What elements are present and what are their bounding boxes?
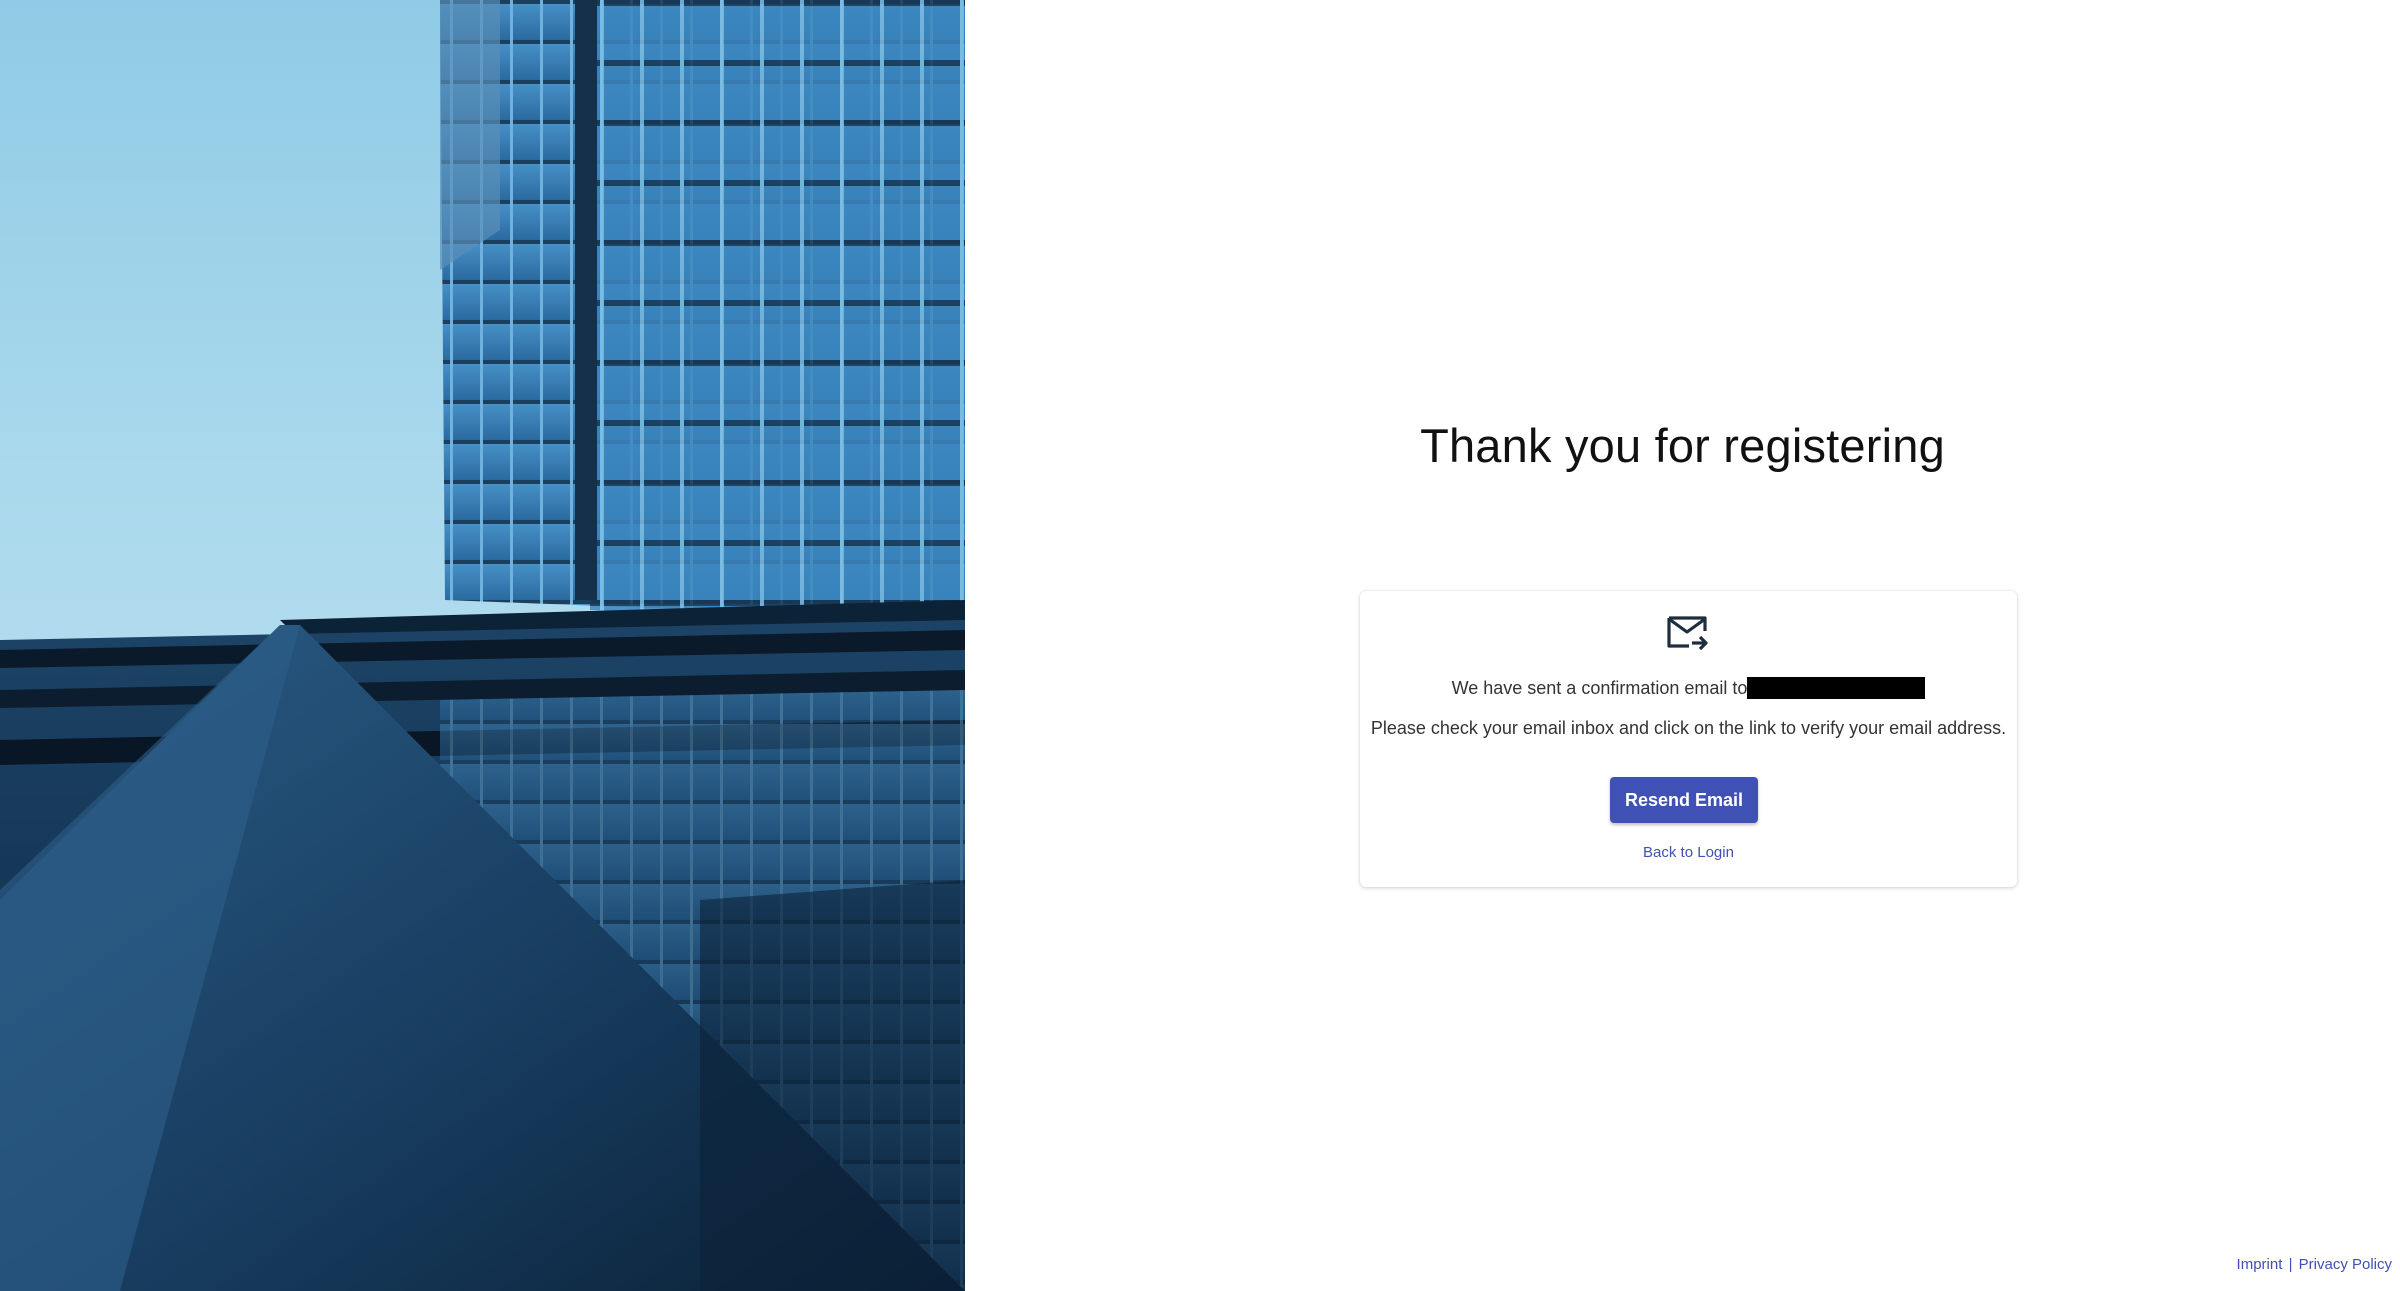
back-to-login-link[interactable]: Back to Login (1360, 844, 2017, 861)
footer-separator: | (2288, 1256, 2293, 1273)
resend-email-button[interactable]: Resend Email (1610, 777, 1758, 823)
page: Thank you for registering We have sent a… (0, 0, 2400, 1291)
redacted-email (1747, 677, 1926, 699)
sent-text: We have sent a confirmation email to (1451, 678, 1748, 698)
footer-links: Imprint | Privacy Policy (2237, 1256, 2392, 1273)
privacy-policy-link[interactable]: Privacy Policy (2299, 1256, 2392, 1273)
confirmation-card: We have sent a confirmation email to Ple… (1360, 591, 2017, 887)
sent-message: We have sent a confirmation email to (1360, 677, 2017, 699)
building-photo (0, 0, 965, 1291)
mail-forward-icon (1665, 613, 1711, 653)
imprint-link[interactable]: Imprint (2237, 1256, 2283, 1273)
instruction-text: Please check your email inbox and click … (1370, 718, 2007, 738)
page-title: Thank you for registering (1420, 419, 1945, 472)
content-panel: Thank you for registering We have sent a… (965, 0, 2400, 1291)
hero-image (0, 0, 965, 1291)
